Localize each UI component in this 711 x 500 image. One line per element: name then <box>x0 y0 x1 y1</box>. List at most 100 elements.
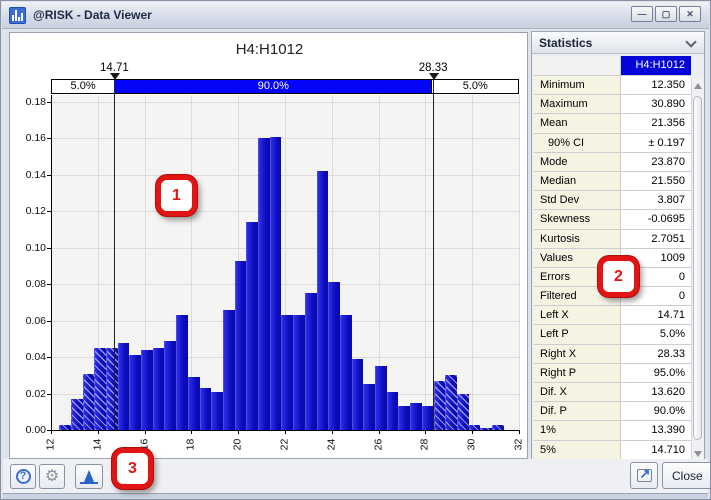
right-delimiter-marker[interactable] <box>429 73 439 80</box>
y-axis-label: 0.06 <box>14 315 46 327</box>
histogram-bar[interactable] <box>375 366 387 430</box>
histogram-bar[interactable] <box>246 222 258 430</box>
statistics-header-label: Statistics <box>539 36 592 50</box>
help-icon: ? <box>16 469 31 484</box>
table-row[interactable]: 1%13.390 <box>534 421 691 440</box>
histogram-bar[interactable] <box>270 137 282 430</box>
close-window-button[interactable]: ✕ <box>679 6 701 22</box>
histogram-bar[interactable] <box>352 359 364 430</box>
table-row[interactable]: Mean21.356 <box>534 114 691 133</box>
minimize-button[interactable]: — <box>631 6 653 22</box>
scroll-down-icon[interactable] <box>694 451 702 457</box>
stats-column-header-row[interactable]: H4:H1012 <box>534 56 691 76</box>
table-row[interactable]: Maximum30.890 <box>534 95 691 114</box>
distribution-view-button[interactable] <box>75 464 103 489</box>
x-axis-label: 26 <box>373 430 384 460</box>
settings-button[interactable]: ⚙ <box>39 464 65 489</box>
histogram-bar[interactable] <box>328 282 340 430</box>
title-bar[interactable]: @RISK - Data Viewer — ▢ ✕ <box>2 2 709 29</box>
x-gridline <box>425 95 426 430</box>
x-gridline <box>519 95 520 430</box>
histogram-bar[interactable] <box>94 348 106 430</box>
histogram-bar[interactable] <box>141 350 153 430</box>
histogram-bar[interactable] <box>434 381 446 430</box>
histogram-bar[interactable] <box>176 315 188 430</box>
stat-label: Skewness <box>534 210 621 229</box>
mid-percent-cell: 90.0% <box>115 80 432 93</box>
histogram-bar[interactable] <box>363 384 375 430</box>
stat-label: Left X <box>534 306 621 325</box>
histogram-bar[interactable] <box>457 394 469 430</box>
table-row[interactable]: Std Dev3.807 <box>534 191 691 210</box>
table-row[interactable]: Right X28.33 <box>534 345 691 364</box>
table-row[interactable]: Left P5.0% <box>534 325 691 344</box>
histogram-bar[interactable] <box>317 171 329 430</box>
histogram-bar[interactable] <box>387 392 399 430</box>
histogram-bar[interactable] <box>445 375 457 430</box>
stat-label: Mean <box>534 114 621 133</box>
stat-value: 14.710 <box>621 441 691 460</box>
callout-badge-3: 3 <box>112 448 153 489</box>
left-delimiter-marker[interactable] <box>110 73 120 80</box>
histogram-bar[interactable] <box>83 374 95 430</box>
histogram-bar[interactable] <box>153 348 165 430</box>
table-row[interactable]: Dif. X13.620 <box>534 383 691 402</box>
x-axis-label: 32 <box>514 430 525 460</box>
stat-value: 5.0% <box>621 325 691 344</box>
histogram-bar[interactable] <box>340 315 352 430</box>
histogram-bar[interactable] <box>410 403 422 430</box>
y-axis-label: 0.00 <box>14 424 46 436</box>
stat-value: 14.71 <box>621 306 691 325</box>
histogram-bar[interactable] <box>211 392 223 430</box>
left-delimiter-line[interactable] <box>114 80 115 430</box>
histogram-bar[interactable] <box>422 406 434 430</box>
histogram-bar[interactable] <box>281 315 293 430</box>
table-row[interactable]: Skewness-0.0695 <box>534 210 691 229</box>
scroll-thumb[interactable] <box>693 96 702 440</box>
histogram-bar[interactable] <box>258 138 270 430</box>
histogram-bar[interactable] <box>200 388 212 430</box>
histogram-bar[interactable] <box>118 343 130 430</box>
histogram-bar[interactable] <box>223 310 235 430</box>
histogram-bar[interactable] <box>235 261 247 430</box>
right-delimiter-line[interactable] <box>433 80 434 430</box>
stat-label: Kurtosis <box>534 230 621 249</box>
table-row[interactable]: Left X14.71 <box>534 306 691 325</box>
chevron-down-icon[interactable] <box>685 36 696 47</box>
histogram-chart-panel: H4:H1012 0.000.020.040.060.080.100.120.1… <box>9 32 528 459</box>
statistics-header[interactable]: Statistics <box>532 32 704 54</box>
histogram-bar[interactable] <box>188 377 200 430</box>
histogram-bar[interactable] <box>293 315 305 430</box>
statistics-panel: Statistics H4:H1012Minimum12.350Maximum3… <box>531 31 705 464</box>
table-row[interactable]: 5%14.710 <box>534 441 691 460</box>
histogram-bar[interactable] <box>129 355 141 430</box>
table-row[interactable]: 90% CI± 0.197 <box>534 134 691 153</box>
close-button[interactable]: Close <box>662 462 711 489</box>
window-footer-edge <box>3 493 708 500</box>
export-button[interactable] <box>630 462 658 489</box>
histogram-bar[interactable] <box>398 406 410 430</box>
table-row[interactable]: Minimum12.350 <box>534 76 691 95</box>
histogram-bar[interactable] <box>305 293 317 430</box>
histogram-bar[interactable] <box>164 341 176 430</box>
x-axis-label: 18 <box>186 430 197 460</box>
x-axis-label: 20 <box>233 430 244 460</box>
help-button[interactable]: ? <box>10 464 36 489</box>
table-row[interactable]: Kurtosis2.7051 <box>534 230 691 249</box>
stat-value: H4:H1012 <box>621 56 691 76</box>
histogram-bar[interactable] <box>106 348 118 430</box>
stat-value: 21.356 <box>621 114 691 133</box>
histogram-bar[interactable] <box>71 399 83 430</box>
table-row[interactable]: Median21.550 <box>534 172 691 191</box>
table-row[interactable]: Mode23.870 <box>534 153 691 172</box>
stat-label: Std Dev <box>534 191 621 210</box>
y-axis-label: 0.12 <box>14 205 46 217</box>
histogram-plot[interactable]: 0.000.020.040.060.080.100.120.140.160.18… <box>10 33 527 458</box>
maximize-button[interactable]: ▢ <box>655 6 677 22</box>
table-row[interactable]: Right P95.0% <box>534 364 691 383</box>
table-row[interactable]: Dif. P90.0% <box>534 402 691 421</box>
scroll-up-icon[interactable] <box>694 83 702 89</box>
stats-scrollbar[interactable] <box>691 78 703 462</box>
y-axis-label: 0.18 <box>14 96 46 108</box>
bottom-toolbar <box>3 459 708 493</box>
